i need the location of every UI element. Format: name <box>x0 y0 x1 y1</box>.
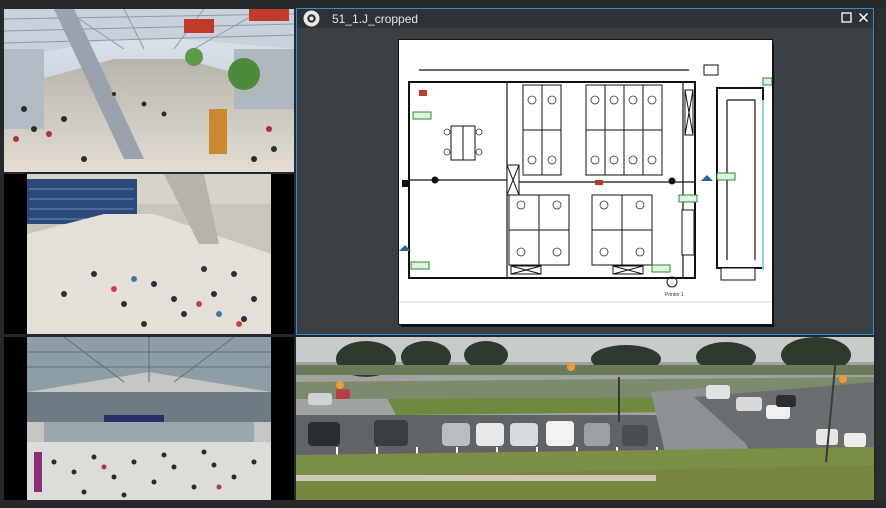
maximize-icon[interactable] <box>840 11 852 24</box>
printer-label: Printer 1 <box>665 292 684 298</box>
airport-departures-hall-camera[interactable] <box>4 174 294 334</box>
gear-icon[interactable] <box>303 10 320 27</box>
airport-concourse-camera[interactable] <box>4 9 294 172</box>
floor-plan-map[interactable]: 51_1.J_cropped Printer 1 <box>296 8 874 335</box>
camera-feed-image <box>296 337 874 500</box>
window-title: 51_1.J_cropped <box>332 11 419 26</box>
floorplan-titlebar: 51_1.J_cropped <box>297 9 873 28</box>
camera-feed-image <box>4 9 294 172</box>
floor-plan-drawing: Printer 1 <box>399 40 772 324</box>
parking-lot-camera[interactable] <box>296 337 874 500</box>
camera-feed-image <box>4 337 294 500</box>
close-icon[interactable] <box>857 11 869 24</box>
layout-scroll-area <box>876 8 886 500</box>
airport-terminal-overview-camera[interactable] <box>4 337 294 500</box>
camera-feed-image <box>4 174 294 334</box>
